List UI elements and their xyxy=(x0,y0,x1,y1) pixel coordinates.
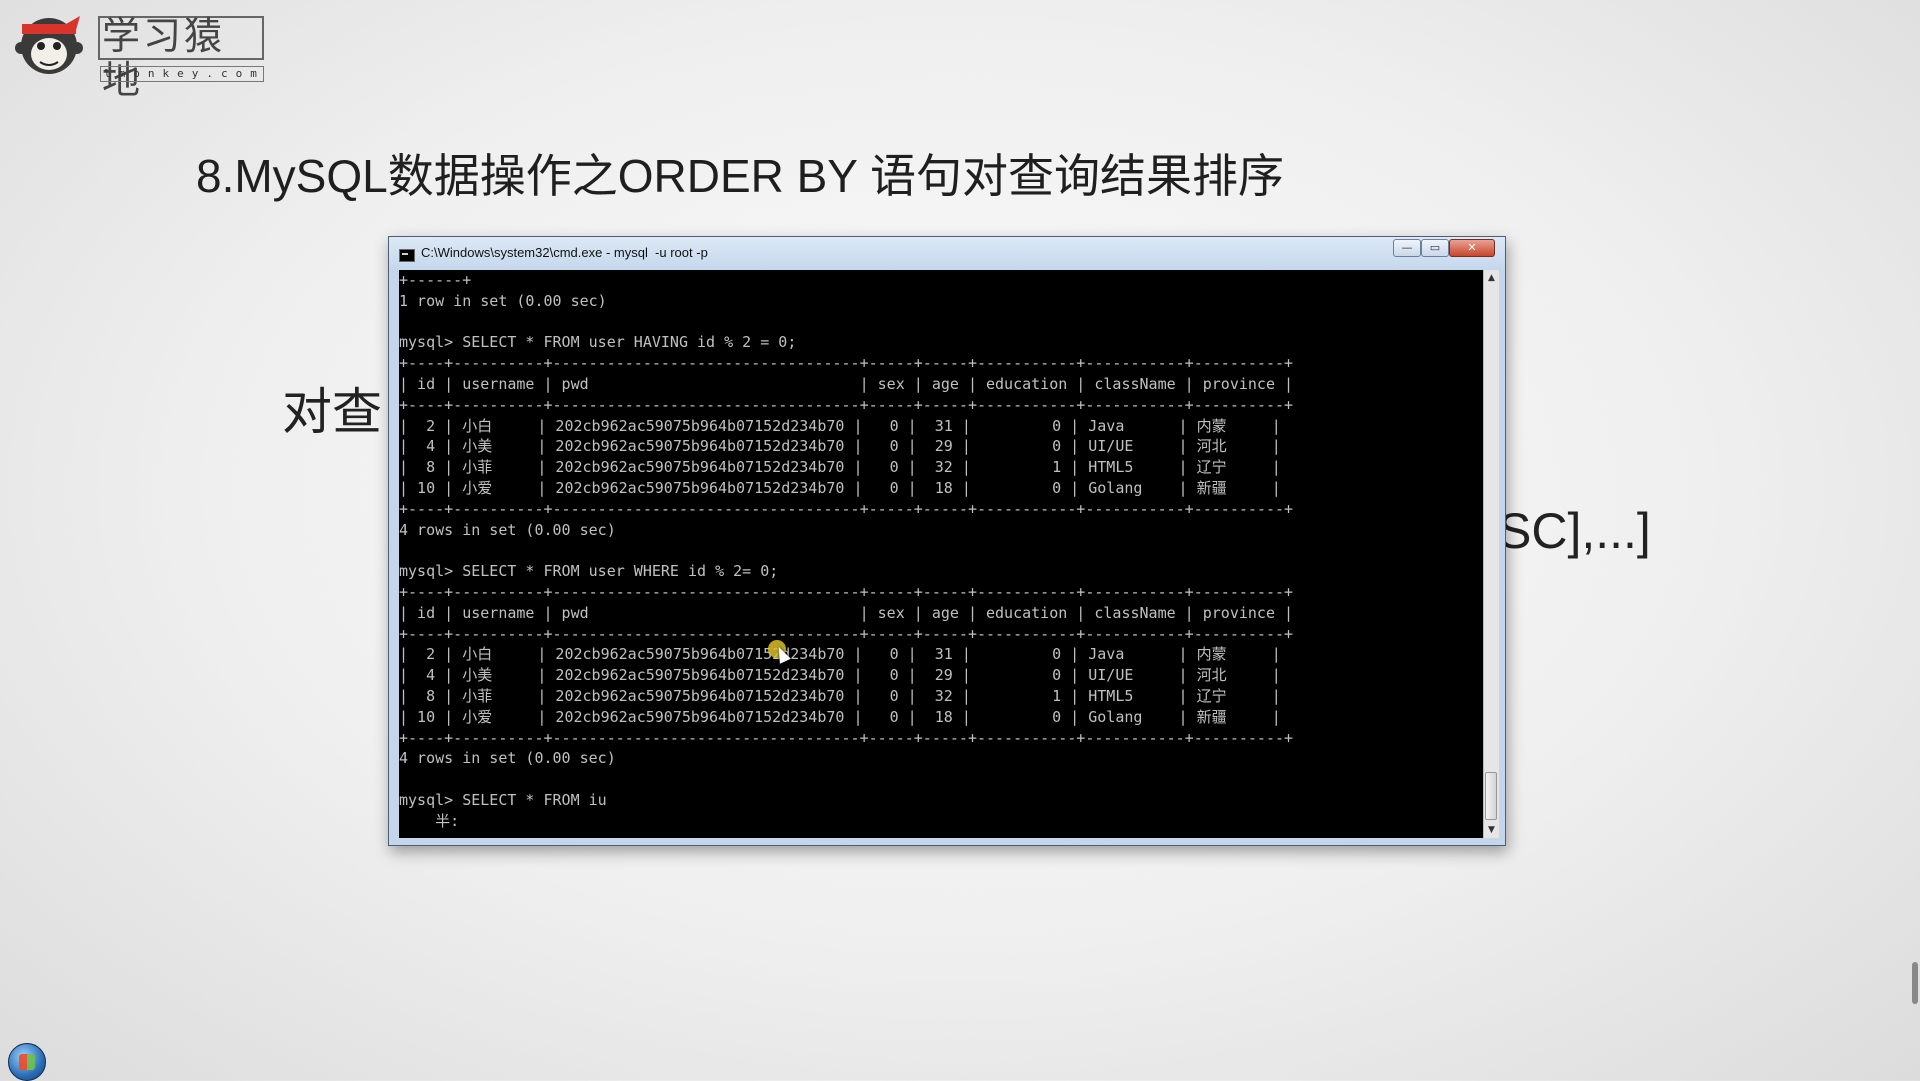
windows-start-orb-icon[interactable] xyxy=(8,1043,46,1081)
window-titlebar[interactable]: C:\Windows\system32\cmd.exe - mysql -u r… xyxy=(389,237,1505,269)
slide-text-fragment-left: 对查 xyxy=(282,384,382,440)
close-button[interactable]: ✕ xyxy=(1449,239,1495,257)
slide-title: 8.MySQL数据操作之ORDER BY 语句对查询结果排序 xyxy=(196,150,1284,202)
monkey-logo-icon xyxy=(15,16,83,74)
window-title: C:\Windows\system32\cmd.exe - mysql -u r… xyxy=(421,245,708,260)
site-logo: 学习猿地 lmonkey.com xyxy=(14,10,264,102)
minimize-button[interactable]: — xyxy=(1393,239,1421,257)
cmd-window[interactable]: C:\Windows\system32\cmd.exe - mysql -u r… xyxy=(388,236,1506,846)
console-output[interactable]: +------+ 1 row in set (0.00 sec) mysql> … xyxy=(399,270,1483,838)
scroll-up-icon[interactable]: ▲ xyxy=(1484,270,1499,286)
scrollbar-thumb[interactable] xyxy=(1485,772,1497,820)
slide-text-fragment-right: SC],...] xyxy=(1498,503,1651,559)
maximize-button[interactable]: ▭ xyxy=(1421,239,1449,257)
cmd-app-icon[interactable] xyxy=(399,249,415,262)
scroll-down-icon[interactable]: ▼ xyxy=(1484,822,1499,838)
brand-url: lmonkey.com xyxy=(100,66,264,82)
vertical-scrollbar[interactable]: ▲ ▼ xyxy=(1483,270,1499,838)
brand-name: 学习猿地 xyxy=(102,14,226,102)
page-scroll-indicator[interactable] xyxy=(1912,962,1918,1004)
console-text: +------+ 1 row in set (0.00 sec) mysql> … xyxy=(399,271,1294,830)
